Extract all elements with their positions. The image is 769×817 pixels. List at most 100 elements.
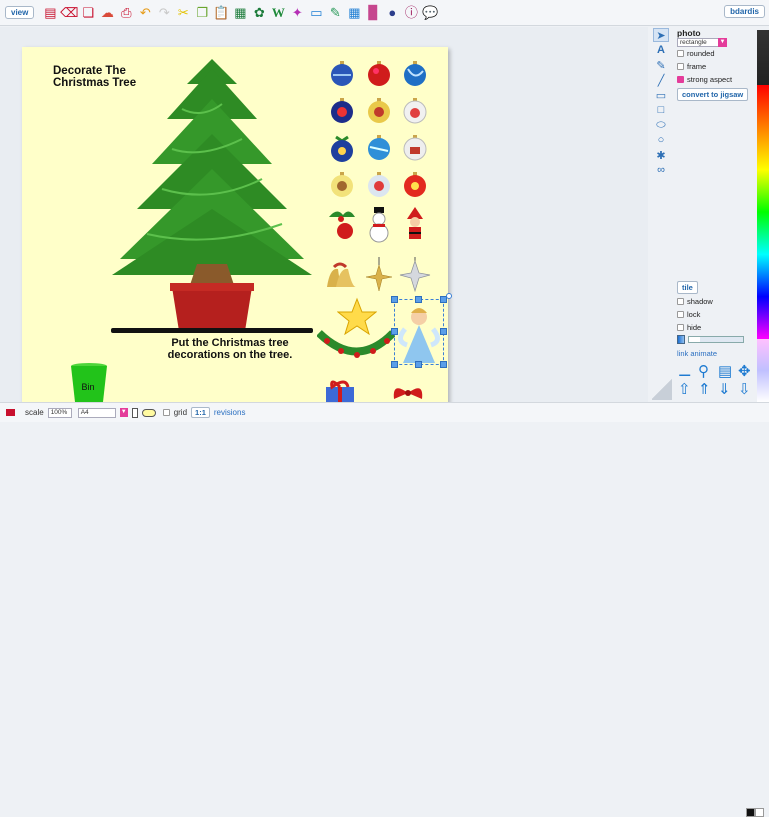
wordart-icon[interactable]: W [270,5,286,21]
bring-forward-icon[interactable]: ⇑ [698,380,711,398]
bring-front-icon[interactable]: ⇧ [678,380,691,398]
bin[interactable]: Bin [70,362,108,402]
transparency-slider[interactable] [688,336,744,343]
ellipse-tool-icon[interactable]: ⬭ [653,118,669,132]
align-icon[interactable]: ▤ [718,362,732,380]
ornament-red-ball[interactable] [367,61,391,87]
option-strong-aspect[interactable]: strong aspect [677,75,732,84]
strong-aspect-checkbox[interactable] [677,76,684,83]
text-tool-icon[interactable]: A [653,43,669,57]
effects-icon[interactable]: ✦ [289,5,305,21]
option-hide[interactable]: hide [677,323,701,332]
landscape-orientation-icon[interactable] [141,408,156,417]
chart-icon[interactable]: ▉ [365,5,381,21]
santa-ornament[interactable] [403,207,427,243]
gold-star-hanging-ornament[interactable] [365,257,393,293]
bin-icon[interactable]: ⚊ [678,362,691,380]
rounded-checkbox[interactable] [677,50,684,57]
ornament-blue-ball[interactable] [330,61,354,87]
silver-star-ornament[interactable] [399,257,431,293]
bells-ornament[interactable] [322,261,358,291]
move-icon[interactable]: ✥ [738,362,751,380]
animate-link[interactable]: animate [690,349,717,358]
new-page-icon[interactable]: ❏ [80,5,96,21]
table-icon[interactable]: ▦ [346,5,362,21]
paste-icon[interactable]: 📋 [213,5,229,21]
convert-to-jigsaw-button[interactable]: convert to jigsaw [677,88,749,101]
revisions-link[interactable]: revisions [214,408,246,417]
people-icon[interactable]: ● [384,5,400,21]
view-button[interactable]: view [5,6,35,19]
christmas-tree-image[interactable] [112,59,312,331]
holly-garland-ornament[interactable] [317,325,395,365]
zoom-icon[interactable]: ⚲ [698,362,709,380]
ornament-red-star-ball[interactable] [403,172,427,198]
color-palette[interactable] [757,30,769,402]
lock-checkbox[interactable] [677,311,684,318]
paper-size-dropdown-icon[interactable]: ▼ [119,408,128,417]
ratio-button[interactable]: 1:1 [191,407,210,418]
photo-edit-icon[interactable]: ✎ [327,5,343,21]
help-icon[interactable]: ⓘ [403,5,419,21]
redo-icon[interactable]: ↷ [156,5,172,21]
send-back-icon[interactable]: ⇩ [738,380,751,398]
copy-icon[interactable]: ❐ [194,5,210,21]
circle-tool-icon[interactable]: ○ [653,133,669,147]
frame-checkbox[interactable] [677,63,684,70]
comment-icon[interactable]: 💬 [422,5,438,21]
holly-bell-ornament[interactable] [327,207,357,243]
resize-handle-top[interactable] [415,296,422,303]
ornament-santa-ball[interactable] [367,172,391,198]
palette-hues[interactable] [757,84,769,339]
portrait-orientation-icon[interactable] [131,407,138,418]
grid-checkbox[interactable] [162,409,170,416]
textbox-icon[interactable]: ▭ [308,5,324,21]
send-backward-icon[interactable]: ⇓ [718,380,731,398]
fill-color-swatch[interactable] [755,808,764,817]
ornament-holly-blue-ball[interactable] [330,135,354,163]
page-curl-corner[interactable] [652,378,672,400]
resize-handle-bottom-right[interactable] [440,361,447,368]
option-shadow[interactable]: shadow [677,297,713,306]
option-frame[interactable]: frame [677,62,706,71]
ornament-snowman-ball[interactable] [403,98,427,124]
clipart-icon[interactable]: ✿ [251,5,267,21]
resize-handle-bottom[interactable] [415,361,422,368]
document-icon[interactable]: ▤ [42,5,58,21]
option-rounded[interactable]: rounded [677,49,715,58]
ornament-light-blue-ball[interactable] [367,135,391,161]
ornament-blue-swirl-ball[interactable] [403,61,427,87]
freeform-tool-icon[interactable]: ∞ [653,163,669,177]
palette-pastels[interactable] [757,338,769,402]
pen-tool-icon[interactable]: ✎ [653,58,669,72]
link-link[interactable]: link [677,349,688,358]
cloud-save-icon[interactable]: ☁ [99,5,115,21]
red-bow-ornament[interactable] [390,381,426,402]
tile-button[interactable]: tile [677,281,698,294]
image-icon[interactable]: ▦ [232,5,248,21]
select-arrow-icon[interactable]: ➤ [653,28,669,42]
stroke-color-swatch[interactable] [746,808,755,817]
user-button[interactable]: bdardis [724,5,765,18]
ornament-house-ball[interactable] [403,135,427,161]
cut-icon[interactable]: ✂ [175,5,191,21]
undo-icon[interactable]: ↶ [137,5,153,21]
scale-input[interactable]: 100% [47,407,72,418]
paper-size-select[interactable]: A4 [77,407,116,418]
snowman-ornament[interactable] [367,207,391,243]
rectangle-outline-icon[interactable]: ▭ [653,88,669,102]
open-folder-icon[interactable]: ⌫ [60,5,78,21]
resize-handle-left[interactable] [391,328,398,335]
language-flag-icon[interactable] [6,409,15,416]
ornament-navy-ball[interactable] [330,98,354,124]
shadow-checkbox[interactable] [677,298,684,305]
gradient-icon[interactable] [677,335,685,344]
chevron-down-icon[interactable]: ▼ [718,38,727,47]
resize-handle-top-left[interactable] [391,296,398,303]
resize-handle-right[interactable] [440,328,447,335]
print-icon[interactable]: ⎙ [118,5,134,21]
resize-handle-bottom-left[interactable] [391,361,398,368]
polygon-tool-icon[interactable]: ✱ [653,148,669,162]
hide-checkbox[interactable] [677,324,684,331]
square-tool-icon[interactable]: □ [653,103,669,117]
